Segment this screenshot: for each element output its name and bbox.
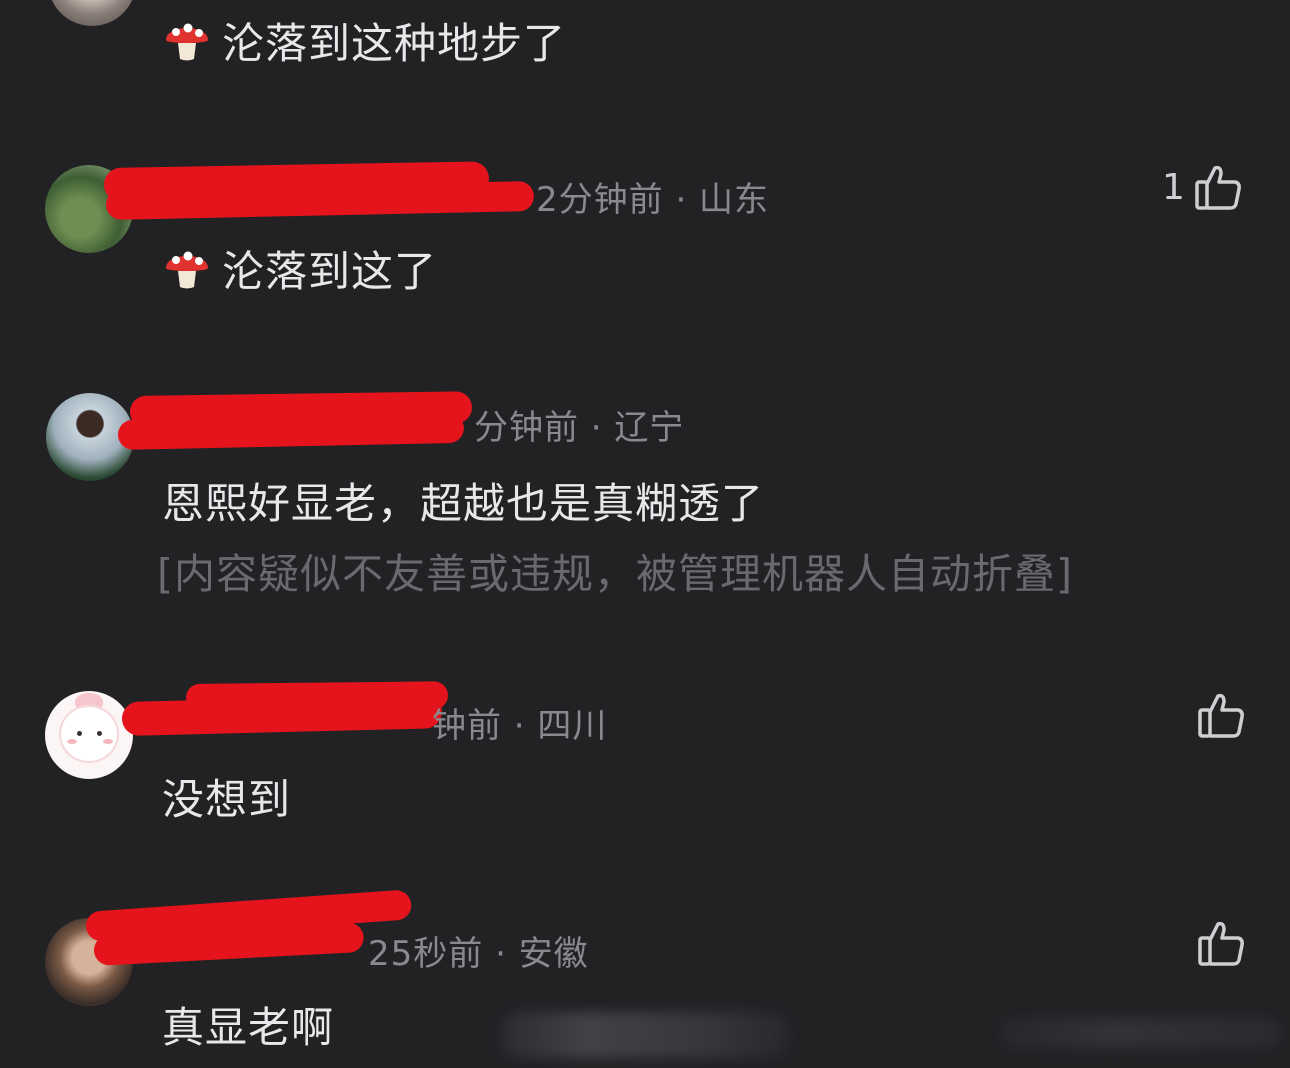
mushroom-emoji-icon [166, 251, 208, 289]
comment-text: 真显老啊 [162, 1003, 335, 1052]
comment-text: 沦落到这种地步了 [162, 10, 566, 71]
watermark-blur [500, 1012, 790, 1058]
like-button[interactable]: 1 [1162, 162, 1243, 212]
comment-meta: 钟前 · 四川 [432, 706, 608, 746]
commenter-avatar[interactable] [48, 0, 136, 26]
thumbs-up-icon [1198, 693, 1244, 738]
redaction-mark [121, 694, 443, 736]
comment-text-content: 沦落到这种地步了 [222, 19, 567, 68]
avatar-eye [77, 731, 82, 736]
comment-meta: 2分钟前 · 山东 [536, 180, 770, 220]
watermark-blur [1000, 1018, 1280, 1048]
comment-meta: 分钟前 · 辽宁 [474, 408, 685, 448]
redaction-mark [117, 412, 465, 450]
like-button[interactable] [1196, 918, 1246, 968]
thumbs-up-icon [1195, 165, 1241, 210]
avatar-blush [67, 739, 77, 744]
comment-text: 没想到 [162, 775, 292, 824]
comment-meta: 25秒前 · 安徽 [368, 934, 589, 974]
comment-text: 恩熙好显老，超越也是真糊透了 [162, 479, 765, 528]
comment-text: 沦落到这了 [162, 238, 437, 299]
avatar-blush [103, 739, 113, 744]
like-button[interactable] [1196, 690, 1246, 740]
comment-text-content: 沦落到这了 [222, 247, 438, 296]
avatar-face [59, 705, 119, 763]
commenter-avatar[interactable] [45, 691, 133, 779]
folded-notice[interactable]: [内容疑似不友善或违规，被管理机器人自动折叠] [157, 540, 1073, 600]
mushroom-emoji-icon [166, 23, 208, 61]
thumbs-up-icon [1198, 921, 1244, 966]
like-count: 1 [1162, 166, 1185, 208]
avatar-eye [97, 731, 102, 736]
